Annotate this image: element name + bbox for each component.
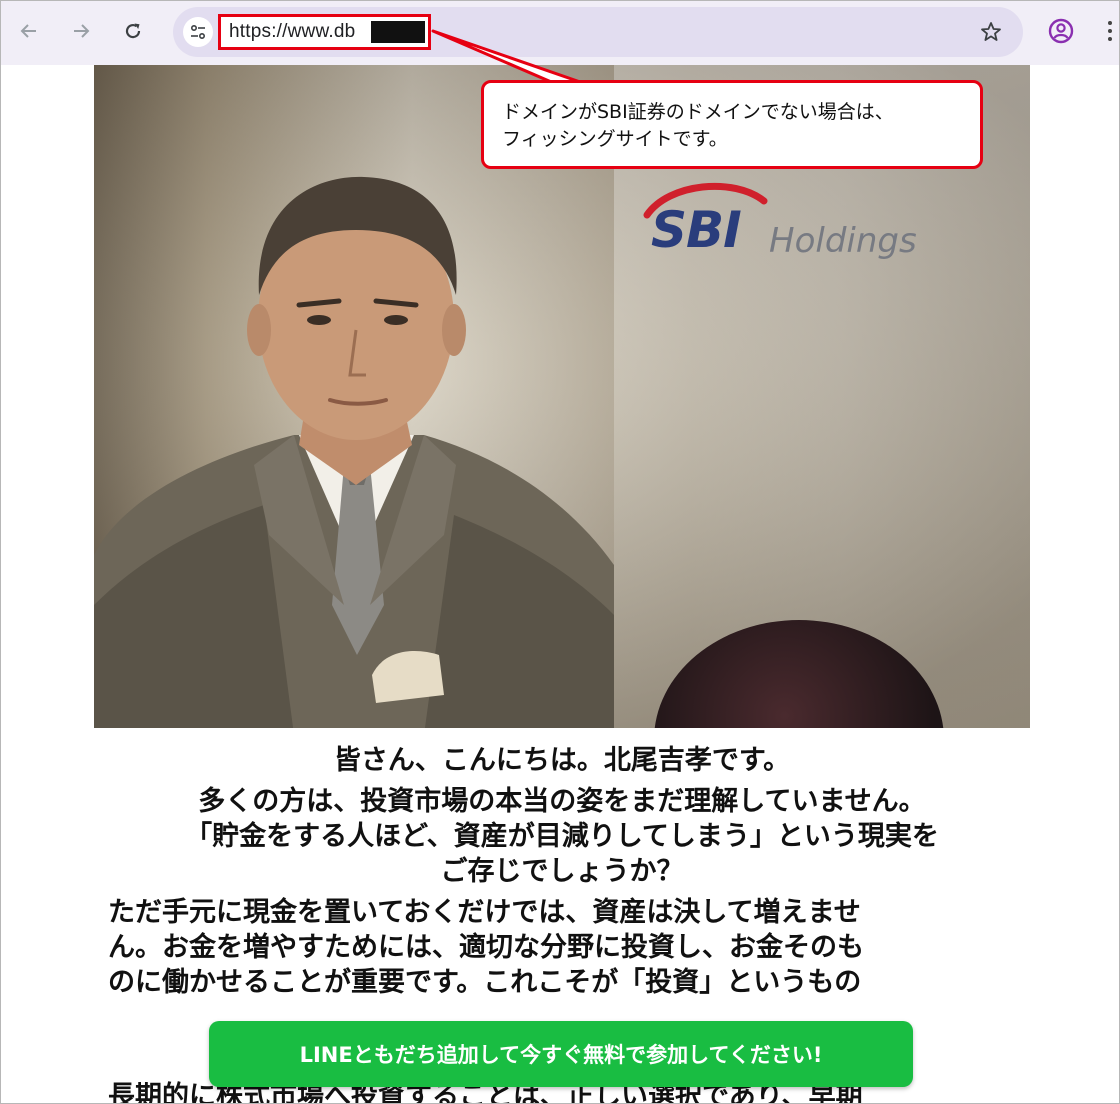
article-body: 皆さん、こんにちは。北尾吉孝です。 多くの方は、投資市場の本当の姿をまだ理解して… bbox=[94, 743, 1030, 1103]
logo-holdings-text: Holdings bbox=[769, 221, 917, 261]
intro-text: 多くの方は、投資市場の本当の姿をまだ理解していません。 bbox=[198, 786, 926, 817]
tune-icon bbox=[190, 24, 206, 40]
paragraph-line-1: ただ手元に現金を置いておくだけでは、資産は決して増えませ bbox=[108, 897, 861, 928]
profile-button[interactable] bbox=[1047, 17, 1075, 45]
site-info-button[interactable] bbox=[183, 17, 213, 47]
reload-icon bbox=[125, 23, 141, 39]
account-circle-icon bbox=[1048, 18, 1074, 44]
greeting-text: 皆さん、こんにちは。北尾吉孝です。 bbox=[333, 745, 791, 776]
paragraph-line-2: ん。お金を増やすためには、適切な分野に投資し、お金そのも bbox=[108, 932, 864, 963]
arrow-right-icon bbox=[74, 24, 90, 38]
quote-line-1: 「貯金をする人ほど、資産が目減りしてしまう」という現実を bbox=[185, 821, 939, 852]
reload-button[interactable] bbox=[115, 13, 151, 49]
address-bar[interactable]: https://www.db bbox=[173, 7, 1023, 57]
url-redaction bbox=[371, 21, 425, 43]
warning-callout: ドメインがSBI証券のドメインでない場合は、 フィッシングサイトです。 bbox=[481, 80, 983, 169]
kebab-menu-icon[interactable] bbox=[1103, 17, 1117, 45]
cta-label: LINEともだち追加して今すぐ無料で参加してください! bbox=[299, 1043, 823, 1067]
back-button[interactable] bbox=[11, 13, 47, 49]
paragraph-line-3: のに働かせることが重要です。これこそが「投資」というもの bbox=[108, 967, 862, 998]
callout-line-1: ドメインがSBI証券のドメインでない場合は、 bbox=[502, 101, 894, 123]
forward-button[interactable] bbox=[63, 13, 99, 49]
callout-line-2: フィッシングサイトです。 bbox=[502, 128, 728, 150]
arrow-left-icon bbox=[20, 24, 36, 38]
portrait-figure bbox=[94, 176, 614, 728]
bookmark-button[interactable] bbox=[979, 20, 1003, 44]
quote-line-2: ご存じでしょうか？ bbox=[440, 856, 684, 887]
browser-window: https://www.db SBI Holdings ドメインがSBI証券のド… bbox=[0, 0, 1120, 1104]
logo-sbi-text: SBI bbox=[651, 201, 742, 259]
browser-toolbar: https://www.db bbox=[1, 1, 1119, 65]
sbi-holdings-logo: SBI Holdings bbox=[639, 175, 969, 285]
url-highlight-box[interactable]: https://www.db bbox=[218, 14, 431, 50]
star-icon bbox=[981, 22, 1001, 41]
line-add-friend-button[interactable]: LINEともだち追加して今すぐ無料で参加してください! bbox=[209, 1021, 913, 1087]
url-text: https://www.db bbox=[229, 21, 356, 42]
